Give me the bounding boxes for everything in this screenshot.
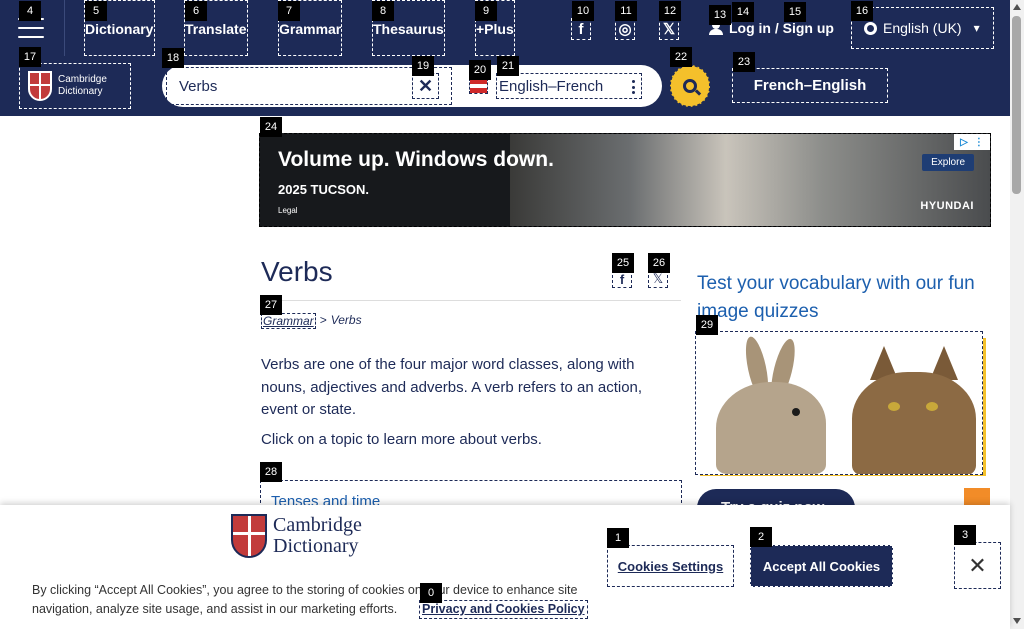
marker-badge: 7 bbox=[278, 1, 300, 21]
marker-badge: 8 bbox=[372, 1, 394, 21]
marker-badge: 13 bbox=[709, 5, 731, 25]
marker-badge: 28 bbox=[260, 462, 282, 482]
marker-badge: 21 bbox=[497, 56, 519, 76]
globe-icon bbox=[864, 21, 877, 35]
ad-choices-icon[interactable]: ▷ ⋮ bbox=[954, 134, 990, 150]
clear-search-icon[interactable]: ✕ bbox=[412, 73, 439, 99]
cookie-logo-line2: Dictionary bbox=[273, 535, 359, 557]
marker-badge: 4 bbox=[19, 1, 41, 21]
marker-badge: 29 bbox=[696, 315, 718, 335]
more-options-icon bbox=[632, 80, 635, 94]
marker-badge: 16 bbox=[851, 1, 873, 21]
nav-divider bbox=[64, 0, 65, 56]
ad-brand-logo: HYUNDAI bbox=[920, 200, 974, 212]
scroll-up-icon[interactable] bbox=[1013, 4, 1021, 10]
marker-badge: 3 bbox=[954, 525, 976, 545]
scrollbar-thumb[interactable] bbox=[1012, 16, 1021, 194]
marker-badge: 19 bbox=[412, 56, 434, 76]
breadcrumb: Grammar > Verbs bbox=[261, 313, 362, 329]
title-divider bbox=[261, 300, 681, 301]
marker-badge: 2 bbox=[750, 527, 772, 547]
cambridge-logo[interactable]: Cambridge Dictionary bbox=[19, 63, 131, 109]
cookie-logo-line1: Cambridge bbox=[273, 514, 362, 536]
cambridge-shield-icon bbox=[28, 71, 52, 101]
marker-badge: 20 bbox=[469, 60, 491, 80]
marker-badge: 18 bbox=[162, 48, 184, 68]
marker-badge: 27 bbox=[260, 295, 282, 315]
flag-icon[interactable] bbox=[469, 78, 488, 94]
cat-image bbox=[840, 332, 982, 474]
accept-all-cookies-button[interactable]: Accept All Cookies bbox=[750, 545, 893, 587]
marker-badge: 25 bbox=[612, 253, 634, 273]
breadcrumb-current: Verbs bbox=[330, 313, 362, 327]
ad-explore-button[interactable]: Explore bbox=[922, 154, 974, 171]
breadcrumb-grammar-link[interactable]: Grammar bbox=[261, 313, 316, 329]
marker-badge: 11 bbox=[615, 1, 637, 21]
topic-instruction: Click on a topic to learn more about ver… bbox=[261, 431, 542, 448]
dictionary-select[interactable]: English–French bbox=[496, 73, 642, 99]
quiz-promo-title[interactable]: Test your vocabulary with our fun image … bbox=[697, 270, 977, 326]
privacy-policy-link[interactable]: Privacy and Cookies Policy bbox=[419, 600, 588, 619]
marker-badge: 6 bbox=[185, 1, 207, 21]
ad-banner[interactable]: Volume up. Windows down. 2025 TUCSON. Le… bbox=[259, 133, 991, 227]
marker-badge: 23 bbox=[733, 52, 755, 72]
page: Dictionary Translate Grammar Thesaurus +… bbox=[0, 0, 1024, 629]
cambridge-shield-icon bbox=[231, 514, 267, 558]
ad-headline: Volume up. Windows down. bbox=[278, 148, 554, 171]
search-button[interactable] bbox=[670, 65, 710, 107]
marker-badge: 15 bbox=[784, 2, 806, 22]
cookie-settings-button[interactable]: Cookies Settings bbox=[607, 545, 734, 587]
facebook-icon[interactable]: f bbox=[571, 18, 591, 40]
marker-badge: 14 bbox=[732, 2, 754, 22]
marker-badge: 10 bbox=[572, 1, 594, 21]
quiz-image[interactable] bbox=[695, 331, 983, 475]
marker-badge: 22 bbox=[670, 47, 692, 67]
close-icon[interactable]: ✕ bbox=[954, 542, 1001, 589]
ad-subheadline: 2025 TUCSON. bbox=[278, 182, 370, 197]
rabbit-image bbox=[696, 332, 840, 474]
marker-badge: 5 bbox=[85, 1, 107, 21]
french-english-link[interactable]: French–English bbox=[732, 68, 888, 103]
marker-badge: 1 bbox=[607, 528, 629, 548]
logo-line2: Dictionary bbox=[58, 86, 103, 97]
marker-badge: 12 bbox=[659, 1, 681, 21]
x-twitter-icon[interactable]: 𝕏 bbox=[659, 18, 679, 40]
search-input[interactable] bbox=[166, 67, 452, 105]
cookie-logo-text: Cambridge Dictionary bbox=[273, 515, 362, 557]
ad-image bbox=[510, 134, 990, 226]
logo-text: Cambridge Dictionary bbox=[58, 74, 107, 98]
marker-badge: 17 bbox=[19, 47, 41, 67]
marker-badge: 0 bbox=[420, 583, 442, 603]
page-title: Verbs bbox=[261, 256, 333, 287]
search-icon bbox=[683, 79, 697, 93]
login-label: Log in / Sign up bbox=[729, 20, 834, 36]
dictionary-select-label: English–French bbox=[499, 77, 604, 95]
instagram-icon[interactable]: ◎ bbox=[615, 18, 635, 40]
marker-badge: 24 bbox=[260, 117, 282, 137]
marker-badge: 26 bbox=[648, 253, 670, 273]
cookie-banner-logo: Cambridge Dictionary bbox=[231, 514, 362, 558]
breadcrumb-separator: > bbox=[319, 313, 327, 327]
scroll-down-icon[interactable] bbox=[1013, 618, 1021, 624]
chevron-down-icon: ▾ bbox=[973, 21, 980, 35]
marker-badge: 9 bbox=[475, 1, 497, 21]
intro-paragraph: Verbs are one of the four major word cla… bbox=[261, 356, 643, 418]
ad-legal-link[interactable]: Legal bbox=[278, 206, 298, 215]
logo-line1: Cambridge bbox=[58, 74, 107, 85]
language-label: English (UK) bbox=[883, 20, 962, 36]
